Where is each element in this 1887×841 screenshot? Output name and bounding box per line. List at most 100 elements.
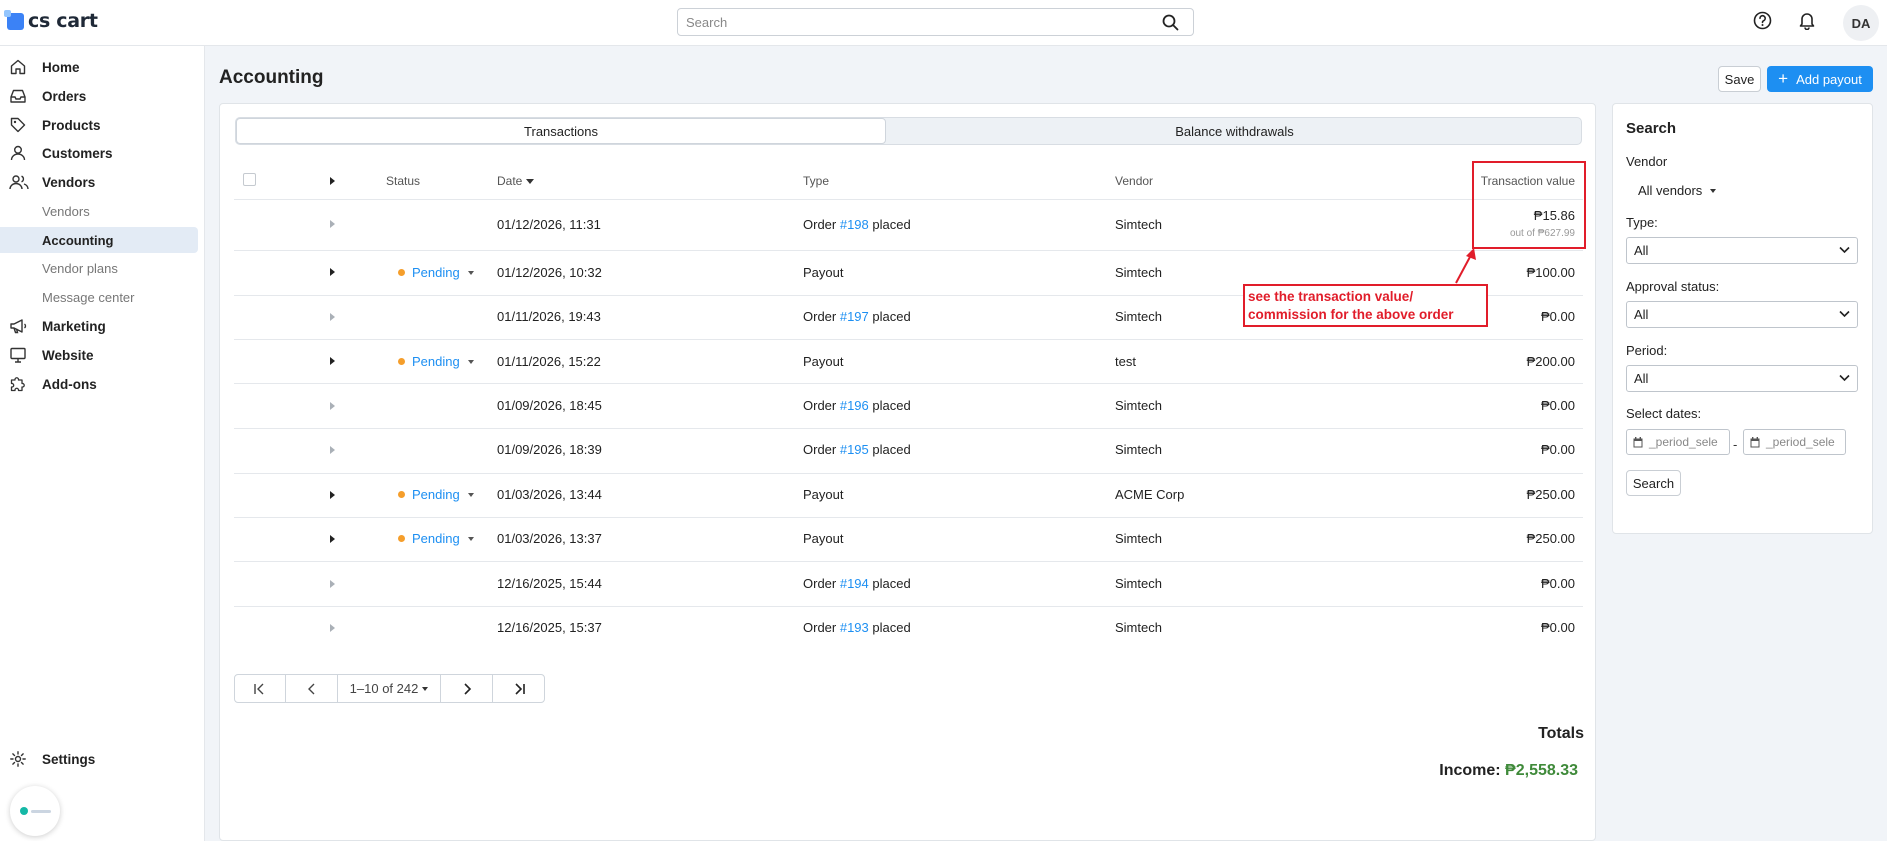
prev-page-button[interactable] xyxy=(286,675,338,702)
sidebar-subitem-accounting[interactable]: Accounting xyxy=(0,227,198,253)
monitor-icon xyxy=(9,346,27,364)
row-expand-icon[interactable] xyxy=(330,220,335,228)
sidebar-subitem-vendors[interactable]: Vendors xyxy=(0,198,198,224)
sidebar-item-label: Home xyxy=(42,59,80,75)
row-expand-icon[interactable] xyxy=(330,446,335,454)
row-date: 12/16/2025, 15:44 xyxy=(497,576,602,591)
tab-transactions[interactable]: Transactions xyxy=(236,118,886,144)
save-button[interactable]: Save xyxy=(1718,66,1761,92)
pending-dot-icon xyxy=(398,491,405,498)
row-expand-icon[interactable] xyxy=(330,535,335,543)
column-header-status: Status xyxy=(386,174,421,188)
sidebar-item-products[interactable]: Products xyxy=(0,113,200,137)
last-page-button[interactable] xyxy=(493,675,544,702)
order-link[interactable]: #196 xyxy=(840,398,869,413)
order-link[interactable]: #195 xyxy=(840,442,869,457)
approval-status-select[interactable]: All xyxy=(1626,301,1858,328)
select-all-checkbox[interactable] xyxy=(243,173,256,186)
page-range-dropdown[interactable]: 1–10 of 242 xyxy=(338,675,441,702)
logo[interactable]: cs cart xyxy=(4,9,98,32)
row-type: Order #194 placed xyxy=(803,576,911,591)
sidebar-item-label: Orders xyxy=(42,88,87,104)
sidebar-item-add-ons[interactable]: Add-ons xyxy=(0,372,200,396)
column-header-date[interactable]: Date xyxy=(497,174,535,188)
row-type: Payout xyxy=(803,531,844,546)
status-dropdown[interactable]: Pending xyxy=(398,265,474,280)
pending-dot-icon xyxy=(398,269,405,276)
last-page-icon xyxy=(514,682,525,695)
sidebar-subitem-label: Vendors xyxy=(42,203,90,219)
calendar-icon xyxy=(1633,436,1643,447)
order-link[interactable]: #197 xyxy=(840,309,869,324)
sidebar-item-website[interactable]: Website xyxy=(0,343,200,367)
add-payout-button[interactable]: + Add payout xyxy=(1767,66,1873,92)
row-vendor: Simtech xyxy=(1115,398,1162,413)
status-dropdown[interactable]: Pending xyxy=(398,531,474,546)
row-type: Order #196 placed xyxy=(803,398,911,413)
annotation-highlight-box xyxy=(1472,161,1586,249)
order-link[interactable]: #198 xyxy=(840,217,869,232)
add-payout-label: Add payout xyxy=(1796,71,1862,87)
transactions-card xyxy=(219,103,1596,841)
tab-balance-withdrawals[interactable]: Balance withdrawals xyxy=(886,118,1583,144)
row-type: Order #197 placed xyxy=(803,309,911,324)
user-avatar[interactable]: DA xyxy=(1843,5,1879,41)
row-expand-icon[interactable] xyxy=(330,624,335,632)
sidebar-subitem-vendor-plans[interactable]: Vendor plans xyxy=(0,255,198,281)
row-expand-icon[interactable] xyxy=(330,491,335,499)
row-type: Payout xyxy=(803,354,844,369)
sidebar-item-settings[interactable]: Settings xyxy=(0,747,200,771)
chat-widget-button[interactable] xyxy=(10,786,60,836)
period-filter-select[interactable]: All xyxy=(1626,365,1858,392)
sidebar-item-label: Customers xyxy=(42,145,113,161)
global-search-input[interactable] xyxy=(678,9,1148,35)
column-header-date-label: Date xyxy=(497,174,523,188)
puzzle-icon xyxy=(9,375,27,393)
row-expand-icon[interactable] xyxy=(330,313,335,321)
expand-all-icon[interactable] xyxy=(330,177,335,185)
logo-text: cs cart xyxy=(28,10,98,32)
caret-down-icon xyxy=(422,686,429,691)
row-divider xyxy=(234,473,1583,474)
order-link[interactable]: #193 xyxy=(840,620,869,635)
next-page-button[interactable] xyxy=(441,675,493,702)
chevron-right-icon xyxy=(463,682,471,695)
row-type: Order #195 placed xyxy=(803,442,911,457)
first-page-button[interactable] xyxy=(235,675,286,702)
row-expand-icon[interactable] xyxy=(330,402,335,410)
sidebar-item-marketing[interactable]: Marketing xyxy=(0,314,200,338)
sidebar-item-customers[interactable]: Customers xyxy=(0,141,200,165)
chevron-left-icon xyxy=(307,683,314,694)
help-icon[interactable] xyxy=(1753,11,1772,33)
vendor-filter-dropdown[interactable]: All vendors xyxy=(1638,183,1717,198)
sidebar-item-label: Website xyxy=(42,347,94,363)
row-date: 01/12/2026, 10:32 xyxy=(497,265,602,280)
date-from-input[interactable]: _period_sele xyxy=(1626,429,1730,455)
row-expand-icon[interactable] xyxy=(330,268,335,276)
top-bar: cs cart DA xyxy=(0,0,1887,46)
status-dropdown[interactable]: Pending xyxy=(398,354,474,369)
date-to-input[interactable]: _period_sele xyxy=(1743,429,1846,455)
select-dates-label: Select dates: xyxy=(1626,406,1702,421)
search-submit-button[interactable]: Search xyxy=(1626,470,1681,496)
search-icon[interactable] xyxy=(1162,14,1179,34)
row-transaction-value: ₱0.00 xyxy=(1541,309,1575,324)
bell-icon[interactable] xyxy=(1798,11,1816,33)
status-dropdown[interactable]: Pending xyxy=(398,487,474,502)
sidebar-item-vendors[interactable]: Vendors xyxy=(0,170,200,194)
annotation-note: see the transaction value/ commission fo… xyxy=(1243,284,1488,327)
annotation-arrow-icon xyxy=(1455,248,1476,284)
type-filter-select[interactable]: All xyxy=(1626,237,1858,264)
date-separator: - xyxy=(1733,437,1738,452)
sidebar-subitem-message-center[interactable]: Message center xyxy=(0,284,198,310)
row-divider xyxy=(234,383,1583,384)
row-expand-icon[interactable] xyxy=(330,580,335,588)
order-link[interactable]: #194 xyxy=(840,576,869,591)
sidebar-item-home[interactable]: Home xyxy=(0,55,200,79)
row-expand-icon[interactable] xyxy=(330,357,335,365)
row-vendor: ACME Corp xyxy=(1115,487,1185,502)
user-icon xyxy=(9,144,27,162)
pending-dot-icon xyxy=(398,535,405,542)
users-icon xyxy=(9,173,29,191)
sidebar-item-orders[interactable]: Orders xyxy=(0,84,200,108)
